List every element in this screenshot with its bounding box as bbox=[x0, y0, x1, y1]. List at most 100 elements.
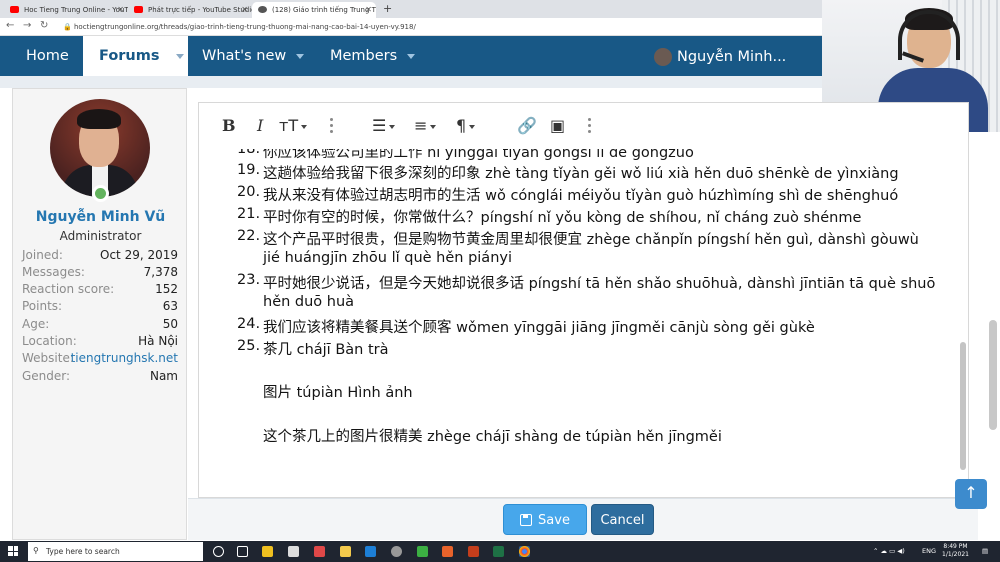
editor-content[interactable]: 18. 你应该体验公司里的工作 nǐ yīnggāi tǐyàn gōngsī l… bbox=[199, 149, 959, 499]
stat-value: 152 bbox=[155, 282, 178, 296]
list-text: 平时你有空的时候，你常做什么？píngshí nǐ yǒu kòng de sh… bbox=[263, 210, 862, 226]
app-icon[interactable] bbox=[442, 546, 453, 557]
clock-date: 1/1/2021 bbox=[942, 551, 969, 558]
editor-toolbar: B I ᴛT ☰ ≡ ¶ 🔗 ▣ bbox=[199, 103, 968, 149]
browser-tab-active[interactable]: (128) Giáo trình tiếng Trung Thươ... ✕ bbox=[252, 2, 376, 18]
list-number: 22. bbox=[237, 228, 261, 244]
chrome-icon[interactable] bbox=[519, 546, 530, 557]
page-scrollbar-thumb[interactable] bbox=[989, 320, 997, 430]
user-avatar bbox=[654, 48, 672, 66]
profile-avatar[interactable] bbox=[50, 99, 150, 197]
app-icon[interactable] bbox=[314, 546, 325, 557]
tray-icons[interactable]: ⌃ ☁ ▭ ◀) bbox=[873, 547, 905, 555]
close-tab-icon[interactable]: ✕ bbox=[117, 5, 124, 14]
chevron-down-icon[interactable] bbox=[175, 53, 184, 59]
list-text: 我们应该将精美餐具送个顾客 wǒmen yīnggāi jiāng jīngmě… bbox=[263, 320, 815, 336]
stat-label: Gender: bbox=[22, 369, 71, 383]
chevron-down-icon[interactable] bbox=[407, 53, 416, 59]
list-text: 我从来没有体验过胡志明市的生活 wǒ cónglái méiyǒu tǐyàn … bbox=[263, 188, 899, 204]
save-label: Save bbox=[538, 513, 570, 528]
stat-value: Hà Nội bbox=[138, 334, 178, 348]
forward-icon[interactable]: → bbox=[23, 20, 31, 31]
url-text: hoctiengtrungonline.org/threads/giao-tri… bbox=[74, 23, 416, 31]
youtube-icon bbox=[10, 6, 19, 13]
back-icon[interactable]: ← bbox=[6, 20, 14, 31]
list-icon[interactable]: ☰ bbox=[372, 116, 396, 135]
edge-icon[interactable] bbox=[365, 546, 376, 557]
profile-role: Administrator bbox=[59, 229, 142, 243]
powerpoint-icon[interactable] bbox=[468, 546, 479, 557]
tab-title: Phát trực tiếp - YouTube Studio bbox=[148, 6, 252, 14]
bold-icon[interactable]: B bbox=[222, 116, 236, 135]
user-profile-sidebar: Nguyễn Minh Vũ Administrator Joined: Oct … bbox=[12, 88, 187, 540]
nav-home[interactable]: Home bbox=[26, 36, 69, 76]
list-number: 23. bbox=[237, 272, 261, 288]
list-text: 这个产品平时很贵，但是购物节黄金周里却很便宜 zhège chǎnpǐn pín… bbox=[263, 232, 919, 248]
nav-forums[interactable]: Forums bbox=[83, 36, 188, 76]
camtasia-icon[interactable] bbox=[417, 546, 428, 557]
new-tab-icon[interactable]: + bbox=[383, 2, 392, 15]
rich-text-editor: B I ᴛT ☰ ≡ ¶ 🔗 ▣ 18. 你应该体验公司里的工作 nǐ yīngg… bbox=[198, 102, 969, 498]
list-item-continuation: hěn duō huà bbox=[199, 294, 939, 315]
list-text: 茶几 chájī Bàn trà bbox=[263, 342, 389, 358]
mail-icon[interactable] bbox=[288, 546, 299, 557]
list-item: 19. 这趟体验给我留下很多深刻的印象 zhè tàng tǐyàn gěi wǒ… bbox=[199, 162, 939, 183]
list-text: 平时她很少说话，但是今天她却说很多话 píngshí tā hěn shǎo s… bbox=[263, 276, 936, 292]
stat-label: Messages: bbox=[22, 265, 85, 279]
list-number: 19. bbox=[237, 162, 261, 178]
link-icon[interactable]: 🔗 bbox=[517, 116, 537, 135]
app-icon[interactable] bbox=[391, 546, 402, 557]
stat-value: 50 bbox=[162, 317, 178, 331]
stat-label: Reaction score: bbox=[22, 282, 115, 296]
close-tab-icon[interactable]: ✕ bbox=[365, 5, 372, 14]
profile-name[interactable]: Nguyễn Minh Vũ bbox=[13, 209, 188, 225]
align-icon[interactable]: ≡ bbox=[414, 116, 437, 135]
file-explorer-icon[interactable] bbox=[340, 546, 351, 557]
more-options-icon[interactable] bbox=[588, 118, 591, 136]
image-icon[interactable]: ▣ bbox=[550, 116, 565, 135]
nav-whats-new-label: What's new bbox=[202, 48, 287, 64]
language-indicator[interactable]: ENG bbox=[922, 547, 936, 555]
text-size-icon[interactable]: ᴛT bbox=[279, 116, 308, 135]
nav-members-label: Members bbox=[330, 48, 398, 64]
store-icon[interactable] bbox=[262, 546, 273, 557]
chevron-down-icon[interactable] bbox=[296, 53, 305, 59]
task-view-icon[interactable] bbox=[237, 546, 248, 557]
paragraph-icon[interactable]: ¶ bbox=[456, 116, 476, 135]
nav-forums-label: Forums bbox=[99, 48, 160, 64]
italic-icon[interactable]: I bbox=[257, 116, 263, 135]
scroll-to-top-button[interactable]: ↑ bbox=[955, 479, 987, 509]
list-item: 18. 你应该体验公司里的工作 nǐ yīnggāi tǐyàn gōngsī l… bbox=[199, 149, 939, 162]
list-number: 21. bbox=[237, 206, 261, 222]
notification-icon[interactable]: ▤ bbox=[982, 547, 988, 555]
reload-icon[interactable]: ↻ bbox=[40, 20, 48, 31]
nav-user-menu[interactable]: Nguyễn Minh... bbox=[654, 36, 786, 76]
url-field[interactable]: 🔒 hoctiengtrungonline.org/threads/giao-t… bbox=[60, 21, 820, 34]
cortana-icon[interactable] bbox=[213, 546, 224, 557]
nav-home-label: Home bbox=[26, 48, 69, 64]
arrow-up-icon: ↑ bbox=[964, 483, 978, 502]
windows-start-icon[interactable] bbox=[8, 546, 18, 556]
excel-icon[interactable] bbox=[493, 546, 504, 557]
website-link[interactable]: tiengtrunghsk.net bbox=[71, 351, 178, 365]
nav-members[interactable]: Members bbox=[330, 36, 416, 76]
close-tab-icon[interactable]: ✕ bbox=[241, 5, 248, 14]
stat-value: 63 bbox=[162, 299, 178, 313]
taskbar-search[interactable]: ⚲ Type here to search bbox=[28, 542, 203, 561]
browser-tab-2[interactable]: Phát trực tiếp - YouTube Studio ✕ bbox=[128, 2, 252, 18]
taskbar-clock[interactable]: 8:49 PM 1/1/2021 bbox=[942, 543, 969, 559]
stat-value: Nam bbox=[149, 369, 178, 383]
save-button[interactable]: Save bbox=[503, 504, 587, 535]
editor-scrollbar-thumb[interactable] bbox=[960, 342, 966, 470]
tab-title: Hoc Tieng Trung Online - YouTu... bbox=[24, 6, 128, 14]
list-item: 23. 平时她很少说话，但是今天她却说很多话 píngshí tā hěn shǎ… bbox=[199, 272, 939, 293]
nav-whats-new[interactable]: What's new bbox=[202, 36, 305, 76]
search-icon: ⚲ bbox=[33, 546, 39, 555]
paragraph-vocab: 图片 túpiàn Hình ảnh bbox=[263, 385, 413, 401]
online-status-icon bbox=[92, 185, 109, 202]
more-options-icon[interactable] bbox=[330, 118, 333, 136]
list-text: 这趟体验给我留下很多深刻的印象 zhè tàng tǐyàn gěi wǒ li… bbox=[263, 166, 899, 182]
stat-label: Age: bbox=[22, 317, 50, 331]
cancel-button[interactable]: Cancel bbox=[591, 504, 654, 535]
browser-tab-1[interactable]: Hoc Tieng Trung Online - YouTu... ✕ bbox=[4, 2, 128, 18]
